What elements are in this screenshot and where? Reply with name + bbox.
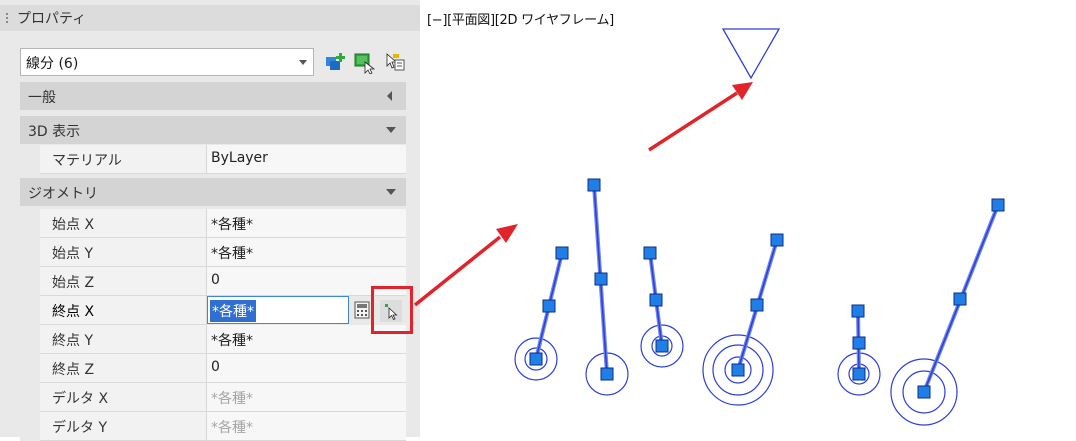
property-value: *各種* (211, 420, 253, 436)
category-geometry[interactable]: ジオメトリ (20, 178, 406, 206)
line-object-4[interactable] (702, 233, 784, 406)
line-object-2[interactable] (585, 178, 629, 396)
property-row-end-y[interactable]: 終点 Y *各種* (20, 325, 406, 354)
property-name: 始点 Y (52, 246, 94, 262)
end-x-selected-text: *各種* (210, 300, 256, 322)
chevron-down-icon (386, 127, 396, 133)
end-x-input[interactable]: *各種* (207, 296, 349, 324)
property-name: 終点 Y (52, 333, 94, 349)
property-value[interactable]: 0 (211, 272, 220, 288)
property-row-end-x[interactable]: 終点 X *各種* (20, 296, 406, 325)
property-name: 始点 Z (52, 275, 95, 291)
category-general[interactable]: 一般 (20, 82, 406, 110)
red-arrow-to-triangle (648, 82, 753, 152)
property-value[interactable]: *各種* (211, 214, 253, 234)
category-label: 一般 (28, 90, 56, 106)
properties-palette: プロパティ 線分 (6) 一般 3D 表示 マテリアル ByLayer ジオメト… (0, 0, 420, 441)
category-label: 3D 表示 (28, 124, 81, 140)
red-arrow-to-drawing (413, 224, 518, 307)
chevron-down-icon (299, 60, 307, 65)
palette-title-bar[interactable]: プロパティ (0, 5, 420, 31)
property-row-start-y[interactable]: 始点 Y *各種* (20, 238, 406, 267)
object-type-value: 線分 (6) (26, 56, 79, 72)
palette-title: プロパティ (17, 11, 87, 27)
property-value[interactable]: ByLayer (211, 150, 268, 166)
property-name: デルタ Y (52, 420, 108, 436)
line-object-5[interactable] (837, 304, 881, 396)
property-name: デルタ X (52, 391, 109, 407)
grip-icon[interactable] (6, 13, 10, 25)
property-name: 終点 Z (52, 362, 95, 378)
property-row-start-z[interactable]: 始点 Z 0 (20, 267, 406, 296)
property-value[interactable]: *各種* (211, 330, 253, 350)
line-object-6[interactable] (890, 198, 1005, 426)
category-label: ジオメトリ (28, 186, 98, 202)
property-row-start-x[interactable]: 始点 X *各種* (20, 209, 406, 238)
quick-select-icon[interactable] (324, 52, 346, 74)
line-object-3[interactable] (640, 246, 684, 368)
property-name: マテリアル (52, 153, 122, 169)
property-row-delta-x[interactable]: デルタ X *各種* (20, 383, 406, 412)
select-objects-icon[interactable] (353, 52, 375, 74)
property-value[interactable]: 0 (211, 359, 220, 375)
triangle-marker (721, 28, 781, 80)
property-value[interactable]: *各種* (211, 243, 253, 263)
property-value: *各種* (211, 391, 253, 407)
object-type-dropdown[interactable]: 線分 (6) (20, 48, 314, 76)
toggle-pickadd-icon[interactable] (384, 52, 406, 74)
property-name: 終点 X (52, 304, 95, 320)
chevron-down-icon (386, 189, 396, 195)
chevron-left-icon (387, 91, 392, 101)
category-3d-display[interactable]: 3D 表示 (20, 116, 406, 144)
property-name: 始点 X (52, 217, 95, 233)
properties-panel: 線分 (6) 一般 3D 表示 マテリアル ByLayer ジオメトリ 始点 X… (20, 36, 406, 441)
calculator-icon[interactable] (354, 301, 370, 319)
property-row-end-z[interactable]: 終点 Z 0 (20, 354, 406, 383)
property-row-material[interactable]: マテリアル ByLayer (20, 145, 406, 174)
